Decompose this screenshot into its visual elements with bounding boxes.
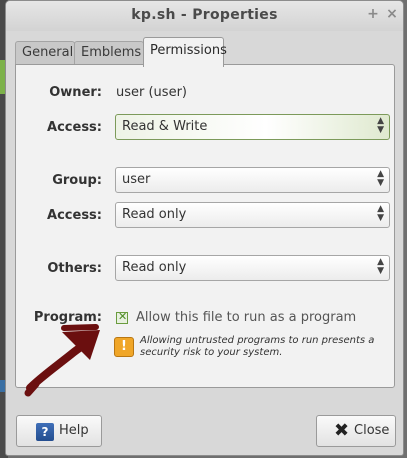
title-bar[interactable]: kp.sh - Properties + × <box>6 1 403 31</box>
close-window-icon[interactable]: × <box>384 6 400 24</box>
properties-dialog: kp.sh - Properties + × General Emblems P… <box>5 0 404 456</box>
others-access-select[interactable]: Read only ▲ ▼ <box>115 255 390 281</box>
tab-permissions[interactable]: Permissions <box>143 37 227 67</box>
warning-icon: ! <box>114 337 134 357</box>
owner-value: user (user) <box>116 85 187 100</box>
help-button-label: Help <box>59 423 89 438</box>
tab-general[interactable]: General <box>15 41 75 65</box>
run-as-program-label[interactable]: Allow this file to run as a program <box>136 310 356 325</box>
close-icon: ✖ <box>334 420 350 441</box>
owner-access-value: Read & Write <box>122 119 208 134</box>
tab-emblems[interactable]: Emblems <box>74 41 144 65</box>
checkmark-icon: ✕ <box>118 310 128 323</box>
group-access-value: Read only <box>122 207 187 222</box>
help-icon: ? <box>36 423 54 441</box>
owner-access-label: Access: <box>47 120 102 135</box>
help-button[interactable]: ? Help <box>16 415 102 447</box>
run-as-program-checkbox[interactable]: ✕ <box>116 310 128 324</box>
program-label: Program: <box>33 310 102 325</box>
spin-arrows-icon: ▲ ▼ <box>377 257 384 276</box>
maximize-icon[interactable]: + <box>365 6 381 24</box>
group-value: user <box>122 172 151 187</box>
security-warning-text: Allowing untrusted programs to run prese… <box>140 335 375 358</box>
window-title: kp.sh - Properties <box>131 7 278 23</box>
close-button-label: Close <box>354 423 390 438</box>
group-access-label: Access: <box>47 208 102 223</box>
others-label: Others: <box>47 261 102 276</box>
spin-arrows-icon: ▲ ▼ <box>377 116 384 135</box>
group-access-select[interactable]: Read only ▲ ▼ <box>115 202 390 228</box>
permissions-panel: Owner: user (user) Access: Read & Write … <box>15 64 395 388</box>
owner-access-select[interactable]: Read & Write ▲ ▼ <box>115 114 390 140</box>
others-access-value: Read only <box>122 260 187 275</box>
close-button[interactable]: ✖ Close <box>316 415 396 447</box>
spin-arrows-icon: ▲ ▼ <box>377 204 384 223</box>
group-label: Group: <box>52 173 102 188</box>
group-select[interactable]: user ▲ ▼ <box>115 167 390 193</box>
spin-arrows-icon: ▲ ▼ <box>377 169 384 188</box>
owner-label: Owner: <box>49 85 102 100</box>
